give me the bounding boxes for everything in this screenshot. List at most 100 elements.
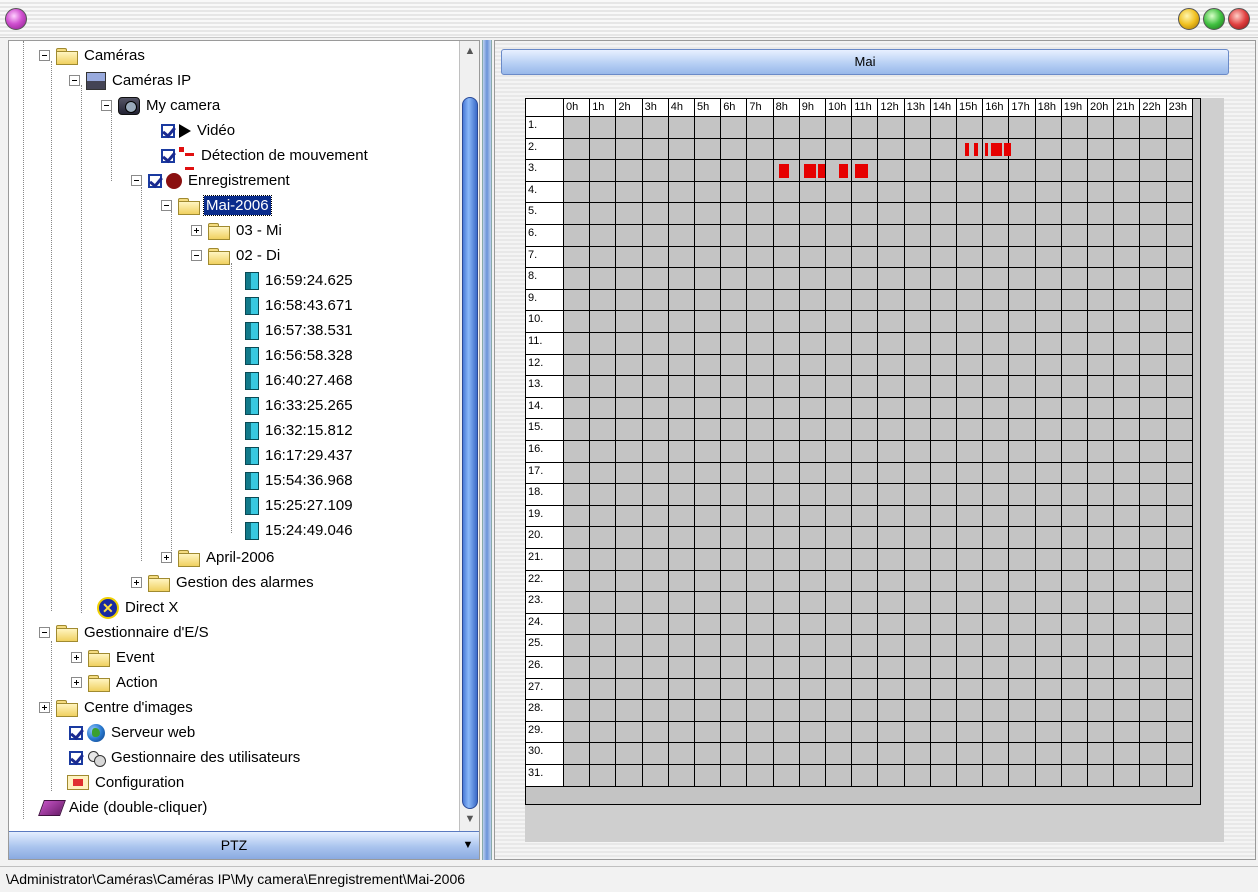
tree-item-action[interactable]: Action xyxy=(71,670,160,695)
tree-item-configuration[interactable]: Configuration xyxy=(65,770,186,795)
hour-header-cell: 16h xyxy=(983,99,1010,117)
tree-item-recording-file[interactable]: 16:32:15.812 xyxy=(245,418,355,443)
grid-line-horizontal xyxy=(564,267,1193,269)
tree-item-recording[interactable]: Enregistrement xyxy=(131,168,292,193)
collapse-toggle-icon[interactable] xyxy=(39,50,50,61)
tree-item-video[interactable]: Vidéo xyxy=(159,118,237,143)
day-row-label: 24. xyxy=(526,613,564,636)
tree-item-label: Détection de mouvement xyxy=(201,147,368,164)
grid-line-vertical xyxy=(667,117,669,787)
checkbox-checked-icon[interactable] xyxy=(161,123,175,138)
day-row-label: 18. xyxy=(526,484,564,506)
pane-splitter[interactable] xyxy=(482,40,492,860)
scroll-down-arrow-icon[interactable]: ▼ xyxy=(460,809,480,829)
status-bar: \Administrator\Caméras\Caméras IP\My cam… xyxy=(0,866,1258,892)
recording-mark[interactable] xyxy=(839,164,849,178)
tree-item-mai-2006[interactable]: Mai-2006 xyxy=(161,193,272,218)
tree-item-label: 16:17:29.437 xyxy=(265,447,353,464)
expand-toggle-icon[interactable] xyxy=(131,577,142,588)
grid-line-horizontal xyxy=(564,375,1193,377)
collapse-toggle-icon[interactable] xyxy=(191,250,202,261)
maximize-button[interactable] xyxy=(1203,8,1225,30)
collapse-toggle-icon[interactable] xyxy=(39,627,50,638)
tree-item-label-selected: Mai-2006 xyxy=(203,195,272,216)
video-file-icon xyxy=(245,296,259,315)
close-button[interactable] xyxy=(1228,8,1250,30)
scrollbar-thumb[interactable] xyxy=(462,97,478,809)
checkbox-checked-icon[interactable] xyxy=(69,725,83,740)
grid-line-vertical xyxy=(956,117,957,787)
tree-item-recording-file[interactable]: 16:56:58.328 xyxy=(245,343,355,368)
chevron-down-icon[interactable]: ▼ xyxy=(457,832,479,858)
checkbox-checked-icon[interactable] xyxy=(161,148,175,163)
tree-item-cameras[interactable]: Caméras xyxy=(39,43,147,68)
recording-mark[interactable] xyxy=(984,142,989,157)
expand-toggle-icon[interactable] xyxy=(191,225,202,236)
tree-item-my-camera[interactable]: My camera xyxy=(101,93,222,118)
day-row-label: 12. xyxy=(526,354,564,377)
tree-item-event[interactable]: Event xyxy=(71,645,156,670)
directx-icon xyxy=(97,596,119,619)
tree-item-label: Configuration xyxy=(95,774,185,791)
grid-line-vertical xyxy=(825,117,826,787)
tree-item-recording-file[interactable]: 16:57:38.531 xyxy=(245,318,355,343)
grid-line-vertical xyxy=(877,117,879,787)
expand-toggle-icon[interactable] xyxy=(71,652,82,663)
tree-item-label: 15:54:36.968 xyxy=(265,472,353,489)
checkbox-checked-icon[interactable] xyxy=(148,173,162,188)
recording-mark[interactable] xyxy=(803,164,816,178)
recording-calendar-pane: Mai 0h 1h 2h 3h 4h 5h 6h 7h 8h 9h 10h 11h 12h 13h 14h 1… xyxy=(494,40,1256,860)
hour-header-cell: 22h xyxy=(1140,99,1167,117)
tree-item-recording-file[interactable]: 15:24:49.046 xyxy=(245,518,355,543)
ptz-panel-header[interactable]: PTZ ▼ xyxy=(9,831,479,859)
tree-vertical-scrollbar[interactable]: ▲ ▼ xyxy=(459,41,479,831)
calendar-frame: 0h 1h 2h 3h 4h 5h 6h 7h 8h 9h 10h 11h 12h 13h 14h 15h 16… xyxy=(525,98,1224,842)
tree-item-day-03[interactable]: 03 - Mi xyxy=(191,218,284,243)
tree-item-recording-file[interactable]: 15:54:36.968 xyxy=(245,468,355,493)
collapse-toggle-icon[interactable] xyxy=(101,100,112,111)
day-row-label: 1. xyxy=(526,117,564,139)
expand-toggle-icon[interactable] xyxy=(161,552,172,563)
tree-item-label: My camera xyxy=(146,97,221,114)
tree-item-user-manager[interactable]: Gestionnaire des utilisateurs xyxy=(67,745,302,770)
tree-item-day-02[interactable]: 02 - Di xyxy=(191,243,282,268)
collapse-toggle-icon[interactable] xyxy=(131,175,142,186)
checkbox-checked-icon[interactable] xyxy=(69,750,83,765)
expand-toggle-icon[interactable] xyxy=(71,677,82,688)
grid-line-horizontal xyxy=(564,634,1193,636)
folder-icon xyxy=(56,700,78,717)
scroll-up-arrow-icon[interactable]: ▲ xyxy=(460,41,480,61)
tree-item-recording-file[interactable]: 16:33:25.265 xyxy=(245,393,355,418)
collapse-toggle-icon[interactable] xyxy=(69,75,80,86)
recording-mark[interactable] xyxy=(778,164,790,178)
recording-mark[interactable] xyxy=(964,142,969,157)
tree-item-recording-file[interactable]: 16:59:24.625 xyxy=(245,268,355,293)
recording-calendar-grid[interactable]: 0h 1h 2h 3h 4h 5h 6h 7h 8h 9h 10h 11h 12h 13h 14h 15h 16… xyxy=(525,98,1201,805)
tree-item-motion-detection[interactable]: Détection de mouvement xyxy=(159,143,370,170)
recording-mark[interactable] xyxy=(854,164,868,178)
tree-item-io-manager[interactable]: Gestionnaire d'E/S xyxy=(39,620,211,645)
collapse-toggle-icon[interactable] xyxy=(161,200,172,211)
tree-item-direct-x[interactable]: Direct X xyxy=(95,595,180,620)
recording-mark[interactable] xyxy=(818,164,825,178)
video-file-icon xyxy=(245,371,259,390)
tree-item-cameras-ip[interactable]: Caméras IP xyxy=(69,68,193,93)
tree-item-image-center[interactable]: Centre d'images xyxy=(39,695,195,720)
expand-toggle-icon[interactable] xyxy=(39,702,50,713)
play-icon xyxy=(179,123,191,138)
tree-item-alarm-management[interactable]: Gestion des alarmes xyxy=(131,570,316,595)
recording-mark[interactable] xyxy=(1004,142,1011,157)
app-menu-orb-icon[interactable] xyxy=(5,8,27,30)
tree-item-web-server[interactable]: Serveur web xyxy=(67,720,197,745)
tree-item-help[interactable]: Aide (double-cliquer) xyxy=(38,795,209,820)
recording-mark[interactable] xyxy=(974,142,978,157)
tree-item-recording-file[interactable]: 16:17:29.437 xyxy=(245,443,355,468)
tree-item-recording-file[interactable]: 15:25:27.109 xyxy=(245,493,355,518)
tree-item-april-2006[interactable]: April-2006 xyxy=(161,545,276,570)
video-file-icon xyxy=(245,496,259,515)
grid-line-vertical xyxy=(615,117,617,787)
tree-item-recording-file[interactable]: 16:40:27.468 xyxy=(245,368,355,393)
tree-item-recording-file[interactable]: 16:58:43.671 xyxy=(245,293,355,318)
minimize-button[interactable] xyxy=(1178,8,1200,30)
recording-mark[interactable] xyxy=(991,142,1002,157)
